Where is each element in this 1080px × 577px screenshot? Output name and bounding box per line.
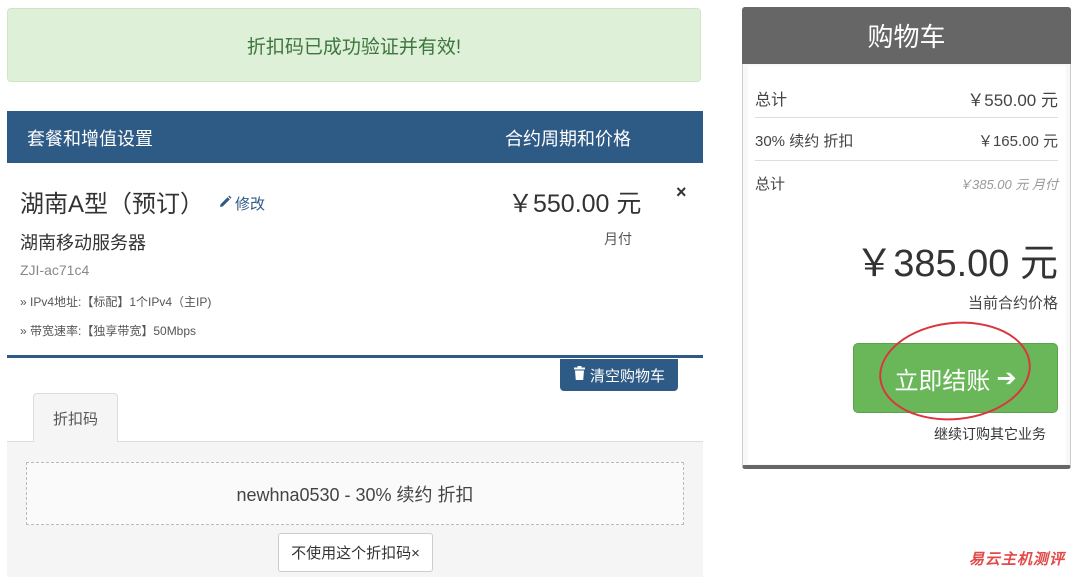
recurring-value: ￥385.00 元 月付 [959,177,1058,192]
pencil-icon [218,195,232,213]
edit-label: 修改 [235,196,266,213]
order-summary-title: 购物车 [742,7,1071,64]
product-domain: ZJI-ac71c4 [20,262,90,278]
summary-discount-row: 30% 续约 折扣 ￥165.00 元 [755,118,1058,161]
success-alert: 折扣码已成功验证并有效! [7,8,701,82]
product-config-ipv4: » IPv4地址:【标配】1个IPv4（主IP) [20,295,212,309]
tab-promo-label: 折扣码 [52,410,98,428]
edit-product-link[interactable]: 修改 [218,193,265,214]
checkout-button[interactable]: 立即结账 ➔ [853,343,1058,413]
continue-shopping-link[interactable]: 继续订购其它业务 [934,424,1046,444]
remove-promo-label: 不使用这个折扣码× [291,545,420,562]
remove-promo-button[interactable]: 不使用这个折扣码× [278,533,433,572]
item-price: ￥550.00 元 [508,190,642,218]
checkout-label: 立即结账 [894,367,991,395]
product-config-bandwidth: » 带宽速率:【独享带宽】50Mbps [20,324,197,338]
header-price-label: 合约周期和价格 [505,129,631,149]
discount-value: ￥165.00 元 [977,133,1058,150]
recurring-label: 总计 [755,176,786,193]
total-due-caption: 当前合约价格 [967,295,1058,312]
tab-promo-code[interactable]: 折扣码 [33,393,118,442]
remove-item-icon[interactable]: × [676,182,687,203]
header-products-label: 套餐和增值设置 [27,129,153,149]
watermark: 易云主机测评 [968,551,1065,568]
total-due-amount: ￥385.00 元 [855,243,1058,285]
empty-cart-label: 清空购物车 [589,367,665,385]
trash-icon [573,366,586,384]
arrow-right-icon: ➔ [996,364,1017,392]
product-group: 湖南移动服务器 [20,233,146,253]
subtotal-value: ￥550.00 元 [967,91,1058,110]
alert-message: 折扣码已成功验证并有效! [246,36,462,58]
summary-recurring-row: 总计 ￥385.00 元 月付 [755,161,1058,201]
summary-subtotal-row: 总计 ￥550.00 元 [755,72,1058,118]
summary-title: 购物车 [867,22,946,52]
discount-label: 30% 续约 折扣 [755,133,854,150]
empty-cart-button[interactable]: 清空购物车 [560,359,678,391]
item-billing-cycle: 月付 [604,231,632,247]
product-name: 湖南A型（预订） [20,191,205,218]
applied-promo-text: newhna0530 - 30% 续约 折扣 [236,484,474,505]
applied-promo-box: newhna0530 - 30% 续约 折扣 [26,462,684,525]
subtotal-label: 总计 [755,92,788,109]
cart-items-header: 套餐和增值设置 合约周期和价格 [7,111,703,163]
